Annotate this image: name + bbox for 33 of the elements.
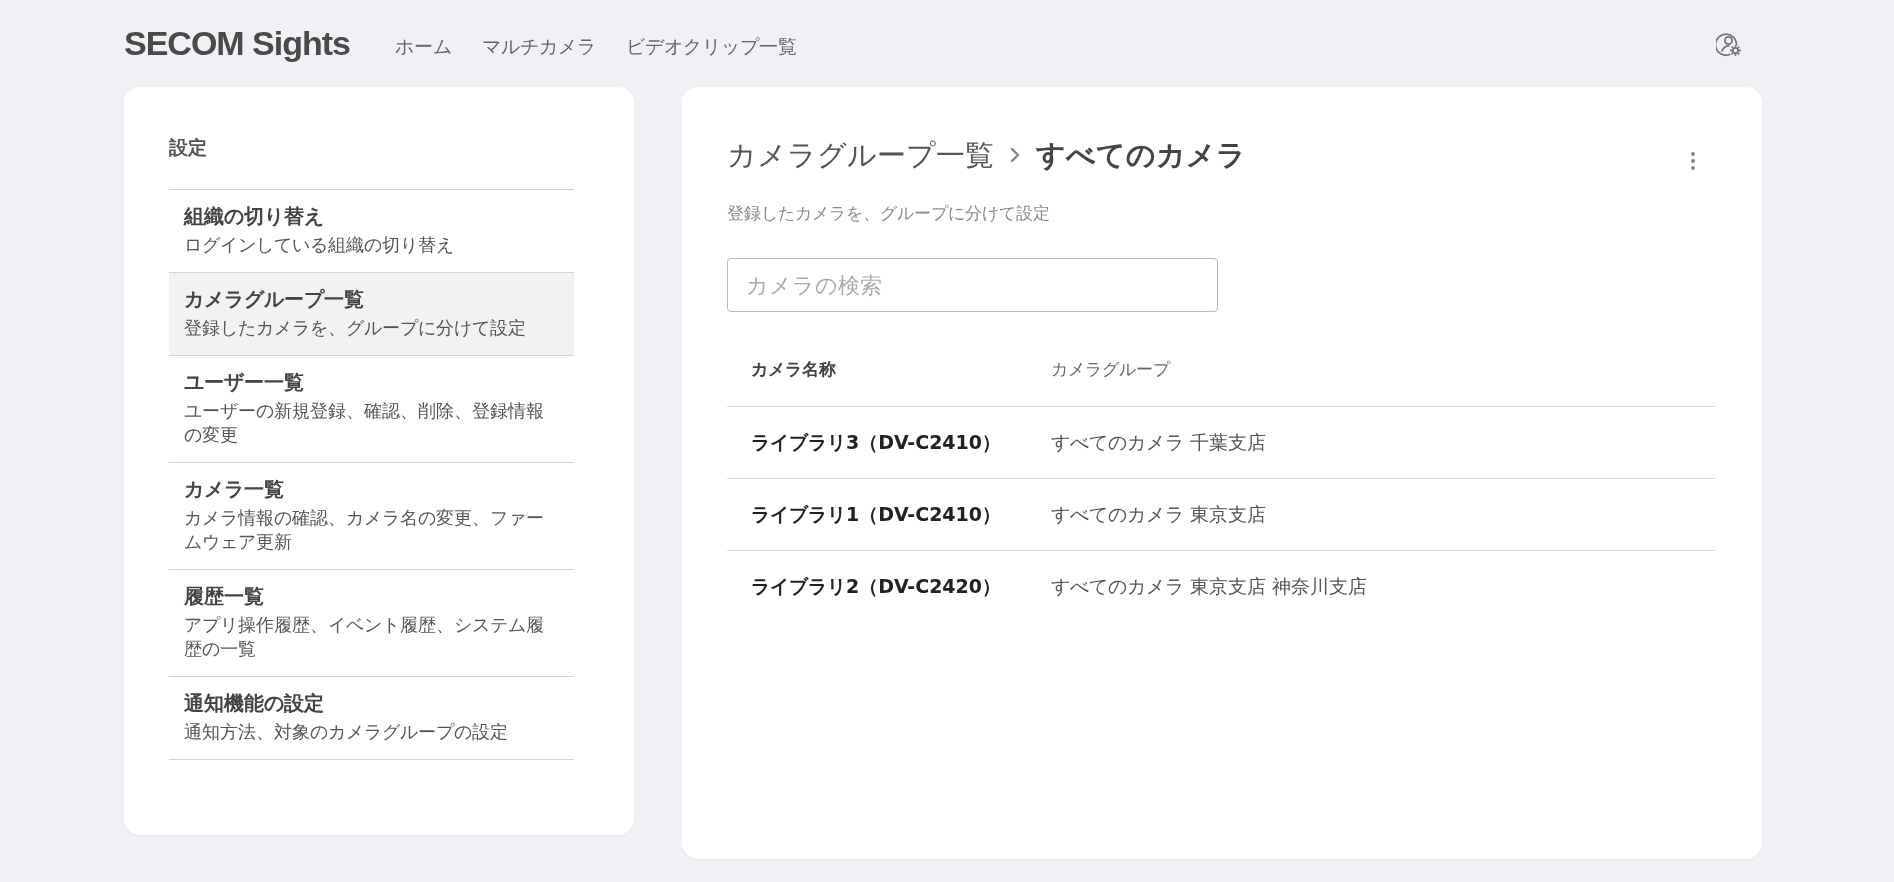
table-cell: ライブラリ2（DV-C2420） <box>727 550 1027 622</box>
item-title: 通知機能の設定 <box>184 690 325 717</box>
item-title: 履歴一覧 <box>184 583 265 610</box>
item-title: カメラグループ一覧 <box>184 286 365 313</box>
more-options-icon[interactable] <box>1690 151 1696 171</box>
item-description: 登録したカメラを、グループに分けて設定 <box>184 317 527 340</box>
user-settings-icon[interactable] <box>1716 30 1742 57</box>
logo[interactable]: SECOM Sights <box>124 24 351 63</box>
table-cell: ライブラリ1（DV-C2410） <box>727 478 1027 551</box>
item-description: 通知方法、対象のカメラグループの設定 <box>184 721 509 744</box>
sidebar-item[interactable]: カメラグループ一覧 登録したカメラを、グループに分けて設定 <box>169 273 574 356</box>
table-cell: ライブラリ3（DV-C2410） <box>727 406 1027 479</box>
item-title: 組織の切り替え <box>184 203 325 230</box>
breadcrumb-link[interactable]: カメラグループ一覧 <box>727 135 994 175</box>
item-description: ユーザーの新規登録、確認、削除、登録情報の変更 <box>184 400 545 447</box>
page-description: 登録したカメラを、グループに分けて設定 <box>727 202 1051 225</box>
nav-link[interactable]: ホーム <box>395 33 453 60</box>
column-header[interactable]: カメラグループ <box>1027 332 1716 407</box>
nav-link[interactable]: マルチカメラ <box>482 33 597 60</box>
search-field[interactable]: カメラの検索 <box>727 258 1218 312</box>
chevron-right-icon <box>1010 147 1020 163</box>
sidebar-title: 設定 <box>169 135 208 160</box>
item-title: カメラ一覧 <box>184 476 285 503</box>
page-title: すべてのカメラ <box>1036 137 1246 174</box>
item-description: カメラ情報の確認、カメラ名の変更、ファームウェア更新 <box>184 507 545 554</box>
table-cell: すべてのカメラ 東京支店 <box>1027 478 1716 551</box>
item-description: ログインしている組織の切り替え <box>184 234 455 257</box>
column-header[interactable]: カメラ名称 <box>727 332 1027 407</box>
nav-link[interactable]: ビデオクリップ一覧 <box>626 33 798 60</box>
item-title: ユーザー一覧 <box>184 369 305 396</box>
item-description: アプリ操作履歴、イベント履歴、システム履歴の一覧 <box>184 614 545 661</box>
table-cell: すべてのカメラ 千葉支店 <box>1027 406 1716 479</box>
table-cell: すべてのカメラ 東京支店 神奈川支店 <box>1027 550 1716 622</box>
